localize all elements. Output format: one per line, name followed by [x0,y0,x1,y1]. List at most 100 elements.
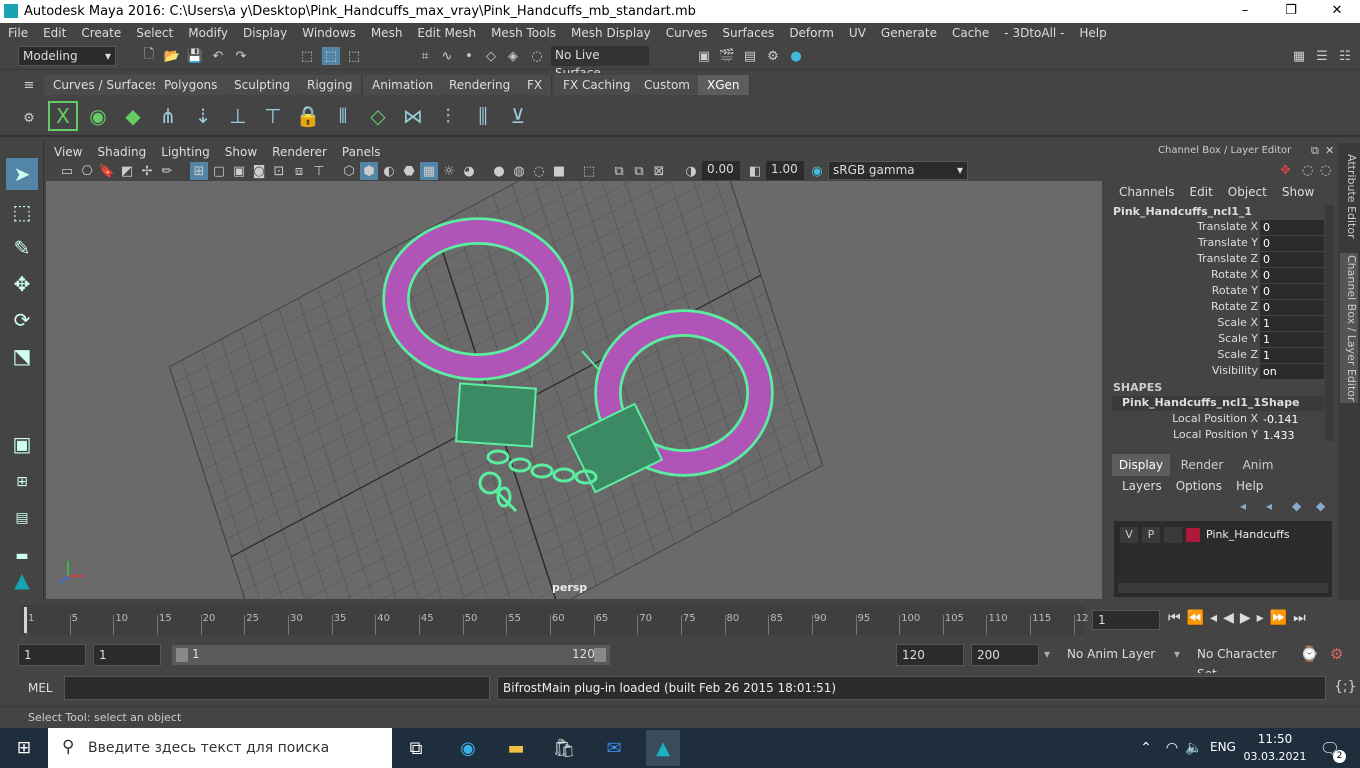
tab-sculpting[interactable]: Sculpting [225,75,301,95]
animation-start-field[interactable]: 1 [18,644,86,666]
tab-rendering[interactable]: Rendering [440,75,521,95]
play-backwards-icon[interactable]: ◀ [1223,610,1234,626]
snap-view-icon[interactable]: ◇ [482,47,500,65]
new-layer-icon[interactable]: ◆ [1292,499,1301,513]
channel-lock-icon[interactable]: ◌ [1302,163,1313,178]
channel-row[interactable]: Translate Z0 [1106,252,1338,268]
vp-menu-view[interactable]: View [46,145,89,159]
select-hierarchy-icon[interactable]: ⬚ [298,47,316,65]
float-panel-icon[interactable]: ⧉ [1311,144,1319,158]
menu-3dtoall[interactable]: - 3DtoAll - [996,26,1071,40]
vp-menu-panels[interactable]: Panels [334,145,388,159]
wireframe-on-shaded-icon[interactable]: ⬣ [400,162,418,180]
character-set-dropdown[interactable]: No Character Set [1192,644,1292,681]
anti-aliasing-icon[interactable]: ◌ [530,162,548,180]
clock-time[interactable]: 11:50 [1250,732,1300,746]
live-surface-icon[interactable]: ◌ [528,47,546,65]
snap-grid-icon[interactable]: ⌗ [416,47,434,65]
menu-curves[interactable]: Curves [658,26,715,40]
camera-attributes-icon[interactable]: ⎔ [78,162,96,180]
menu-display[interactable]: Display [235,26,294,40]
gamma-icon[interactable]: ◧ [746,162,764,180]
cb-menu-channels[interactable]: Channels [1119,185,1175,199]
mel-label[interactable]: MEL [28,681,53,695]
exposure-field[interactable]: 0.00 [702,161,740,180]
field-chart-icon[interactable]: ⊡ [270,162,288,180]
grid-toggle-icon[interactable]: ⊞ [190,162,208,180]
vp-menu-shading[interactable]: Shading [89,145,153,159]
edge-icon[interactable]: ◉ [454,735,482,761]
channel-box-toggle-icon[interactable]: ☷ [1336,47,1354,65]
isolate-select-icon[interactable]: ⬚ [580,162,598,180]
xgen-add-guide-icon[interactable]: ⊥ [223,101,253,131]
xgen-rebuild-guides-icon[interactable]: ⫼ [468,101,498,131]
channel-value[interactable]: 0 [1260,300,1324,315]
channel-row[interactable]: Scale Z1 [1106,348,1338,364]
safe-title-icon[interactable]: ⊤ [310,162,328,180]
undo-icon[interactable]: ↶ [209,47,227,65]
layer-color-swatch[interactable] [1186,528,1200,542]
outliner-layout-icon[interactable]: ▤ [6,502,38,534]
view-transform-dropdown[interactable]: sRGB gamma ▾ [828,161,968,180]
xgen-create-description-icon[interactable]: ◆ [118,101,148,131]
new-scene-icon[interactable]: 🗋 [140,47,158,65]
xgen-guide-view-icon[interactable]: ⊤ [258,101,288,131]
channel-row[interactable]: Rotate X0 [1106,268,1338,284]
mode-dropdown[interactable]: Modeling ▾ [18,46,116,66]
play-forwards-icon[interactable]: ▶ [1240,610,1251,626]
gate-mask-icon[interactable]: ◙ [250,162,268,180]
language-indicator[interactable]: ENG [1210,740,1236,754]
chevron-up-icon[interactable]: ⌃ [1132,735,1160,761]
channel-row[interactable]: Rotate Y0 [1106,284,1338,300]
layer-row[interactable]: V P Pink_Handcuffs [1118,525,1328,545]
maya-home-icon[interactable]: ▲ [6,564,38,596]
xgen-lock-guides-icon[interactable]: 🔒 [293,101,323,131]
close-button[interactable]: ✕ [1314,0,1360,23]
channel-value[interactable]: 1 [1260,348,1324,363]
xray-components-icon[interactable]: ⊠ [650,162,668,180]
lasso-tool-icon[interactable]: ⬚ [6,196,38,228]
shelf-menu-icon[interactable]: ≡ [20,76,38,94]
xray-icon[interactable]: ⧉ [610,162,628,180]
file-explorer-icon[interactable]: ▬ [502,735,530,761]
layer-menu-help[interactable]: Help [1236,479,1263,493]
animation-preferences-icon[interactable]: ⚙ [1330,645,1343,663]
shelf-options-icon[interactable]: ⚙ [20,109,38,127]
xgen-grooming-icon[interactable]: ⋔ [153,101,183,131]
channel-value[interactable]: 0 [1260,268,1324,283]
render-frame-icon[interactable]: 🎬 [718,47,736,65]
select-component-icon[interactable]: ⬚ [345,47,363,65]
new-layer-from-selection-icon[interactable]: ◆ [1316,499,1325,513]
workspace-icon[interactable]: ▦ [1290,47,1308,65]
vp-menu-show[interactable]: Show [217,145,264,159]
minimize-button[interactable]: – [1222,0,1268,23]
vp-menu-renderer[interactable]: Renderer [264,145,334,159]
go-to-end-icon[interactable]: ⏭ [1293,610,1306,626]
transform-gizmo-icon[interactable]: ✥ [1280,163,1291,178]
xgen-bend-guides-icon[interactable]: ⫶ [433,101,463,131]
xgen-sculpt-guides-icon[interactable]: ⋈ [398,101,428,131]
menu-mesh-display[interactable]: Mesh Display [563,26,658,40]
menu-deform[interactable]: Deform [781,26,841,40]
tab-curves-surfaces[interactable]: Curves / Surfaces [44,75,169,95]
channel-value[interactable]: 0 [1260,236,1324,251]
xgen-guide-length-icon[interactable]: ⫴ [328,101,358,131]
menu-edit[interactable]: Edit [35,26,73,40]
channel-row[interactable]: Translate X0 [1106,220,1338,236]
wireframe-icon[interactable]: ⬡ [340,162,358,180]
smooth-shade-icon[interactable]: ⬢ [360,162,378,180]
tab-display[interactable]: Display [1112,454,1170,476]
exposure-icon[interactable]: ◑ [682,162,700,180]
perspective-viewport[interactable]: persp [46,181,1102,599]
select-tool-icon[interactable]: ➤ [6,158,38,190]
xgen-region-icon[interactable]: ◇ [363,101,393,131]
motion-blur-icon[interactable]: ◍ [510,162,528,180]
tab-render[interactable]: Render [1172,454,1232,476]
store-icon[interactable]: 🛍 [550,735,578,761]
maximize-button[interactable]: ❐ [1268,0,1314,23]
close-panel-icon[interactable]: ✕ [1325,144,1334,157]
menu-file[interactable]: File [0,26,35,40]
anim-layer-dropdown[interactable]: No Anim Layer [1062,644,1162,666]
menu-surfaces[interactable]: Surfaces [714,26,781,40]
range-end-handle[interactable] [594,648,606,662]
